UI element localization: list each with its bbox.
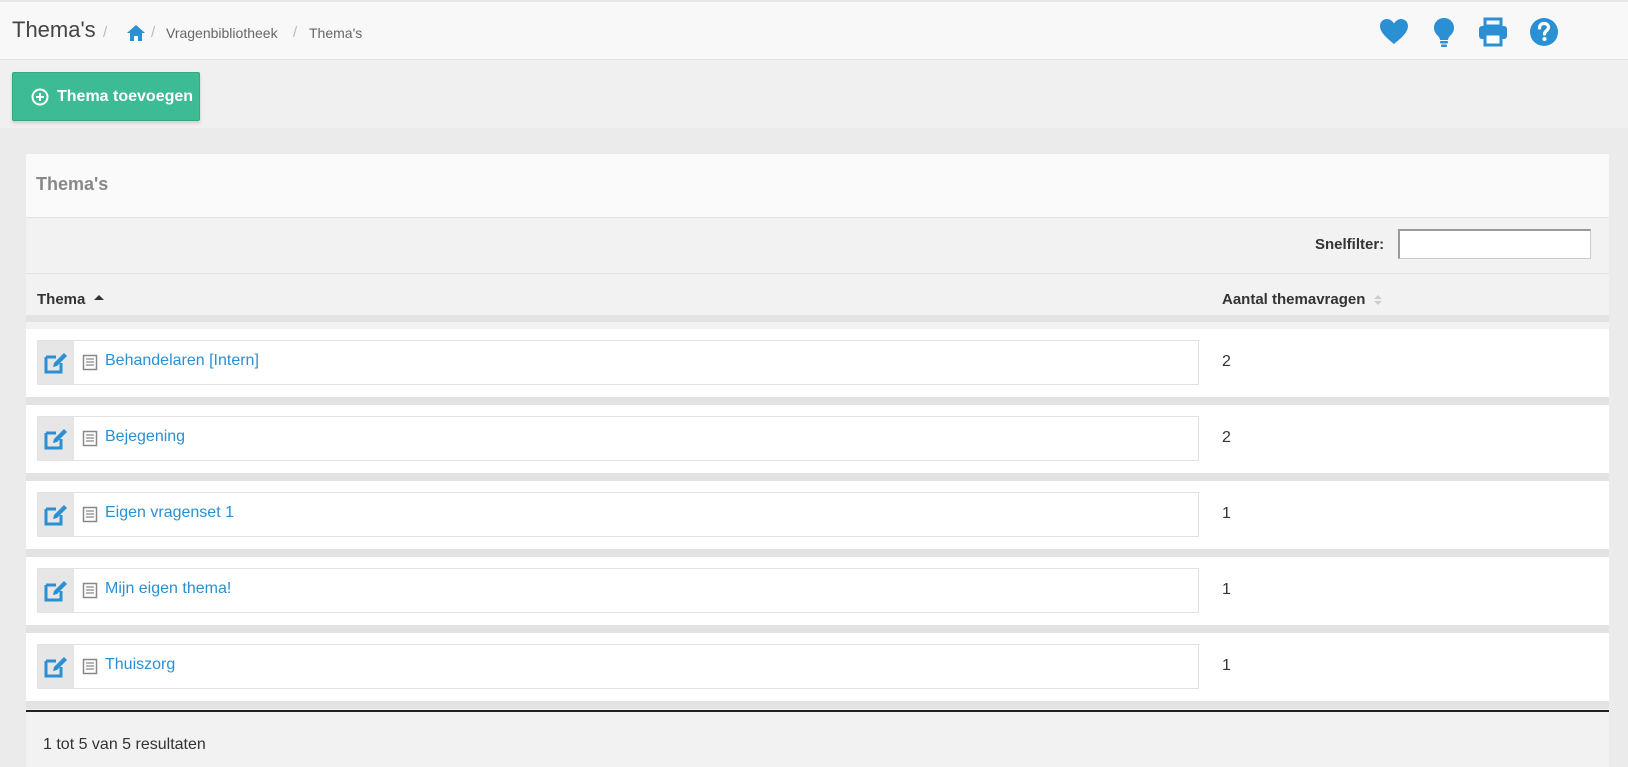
book-icon	[82, 430, 98, 447]
lightbulb-icon[interactable]	[1428, 16, 1460, 48]
theme-link[interactable]: Mijn eigen thema!	[105, 580, 231, 598]
table-footer-divider	[26, 710, 1609, 712]
question-count: 2	[1222, 353, 1231, 370]
theme-cell: Eigen vragenset 1	[37, 492, 1199, 537]
table-row: Behandelaren [Intern] 2	[26, 329, 1609, 397]
sort-both-icon	[1374, 294, 1383, 305]
table-row: Eigen vragenset 1 1	[26, 481, 1609, 549]
quick-filter-input[interactable]	[1398, 229, 1591, 259]
add-theme-button[interactable]: Thema toevoegen	[12, 72, 200, 121]
row-divider	[26, 549, 1609, 557]
theme-cell: Behandelaren [Intern]	[37, 340, 1199, 385]
book-icon	[82, 582, 98, 599]
question-count: 1	[1222, 505, 1231, 522]
theme-link[interactable]: Thuiszorg	[105, 656, 175, 674]
toolbar: Thema toevoegen	[0, 60, 1628, 128]
theme-cell: Thuiszorg	[37, 644, 1199, 689]
edit-button[interactable]	[38, 645, 74, 688]
breadcrumb-separator: /	[103, 24, 108, 41]
breadcrumb-separator: /	[151, 24, 156, 41]
table-row: Thuiszorg 1	[26, 633, 1609, 701]
breadcrumb-vragenbibliotheek[interactable]: Vragenbibliotheek	[166, 25, 278, 41]
table-row: Mijn eigen thema! 1	[26, 557, 1609, 625]
plus-circle-icon	[31, 88, 49, 105]
print-icon[interactable]	[1477, 16, 1509, 48]
book-icon	[82, 658, 98, 675]
edit-button[interactable]	[38, 341, 74, 384]
table-header: Thema Aantal themavragen	[26, 274, 1609, 322]
theme-cell: Mijn eigen thema!	[37, 568, 1199, 613]
theme-cell: Bejegening	[37, 416, 1199, 461]
row-divider	[26, 701, 1609, 709]
row-divider	[26, 625, 1609, 633]
theme-link[interactable]: Behandelaren [Intern]	[105, 352, 259, 370]
row-divider	[26, 397, 1609, 405]
edit-icon	[44, 656, 67, 677]
edit-button[interactable]	[38, 493, 74, 536]
column-label: Thema	[37, 291, 86, 308]
question-count: 1	[1222, 657, 1231, 674]
results-summary: 1 tot 5 van 5 resultaten	[43, 736, 206, 753]
row-divider	[26, 473, 1609, 481]
table-row: Bejegening 2	[26, 405, 1609, 473]
book-icon	[82, 354, 98, 371]
edit-button[interactable]	[38, 417, 74, 460]
edit-icon	[44, 504, 67, 525]
heart-icon[interactable]	[1378, 16, 1410, 48]
column-header-thema[interactable]: Thema	[37, 291, 105, 308]
question-count: 1	[1222, 581, 1231, 598]
panel-title: Thema's	[36, 174, 109, 194]
column-header-aantal[interactable]: Aantal themavragen	[1222, 291, 1383, 308]
themes-panel: Thema's Snelfilter: Thema Aantal themavr…	[26, 154, 1609, 767]
theme-link[interactable]: Bejegening	[105, 428, 185, 446]
help-icon[interactable]	[1528, 16, 1560, 48]
book-icon	[82, 506, 98, 523]
edit-icon	[44, 352, 67, 373]
column-label: Aantal themavragen	[1222, 291, 1366, 308]
panel-header: Thema's	[26, 154, 1609, 218]
breadcrumb-current: Thema's	[309, 25, 363, 41]
quick-filter-label: Snelfilter:	[1315, 236, 1385, 253]
question-count: 2	[1222, 429, 1231, 446]
edit-button[interactable]	[38, 569, 74, 612]
theme-link[interactable]: Eigen vragenset 1	[105, 504, 234, 522]
filter-row: Snelfilter:	[26, 218, 1609, 274]
home-icon[interactable]	[126, 24, 146, 42]
top-bar: Thema's / / Vragenbibliotheek / Thema's	[0, 0, 1628, 60]
page-title: Thema's	[12, 17, 96, 42]
edit-icon	[44, 580, 67, 601]
add-theme-label: Thema toevoegen	[57, 87, 194, 105]
sort-ascending-icon	[94, 294, 105, 300]
edit-icon	[44, 428, 67, 449]
breadcrumb-separator: /	[293, 24, 298, 41]
